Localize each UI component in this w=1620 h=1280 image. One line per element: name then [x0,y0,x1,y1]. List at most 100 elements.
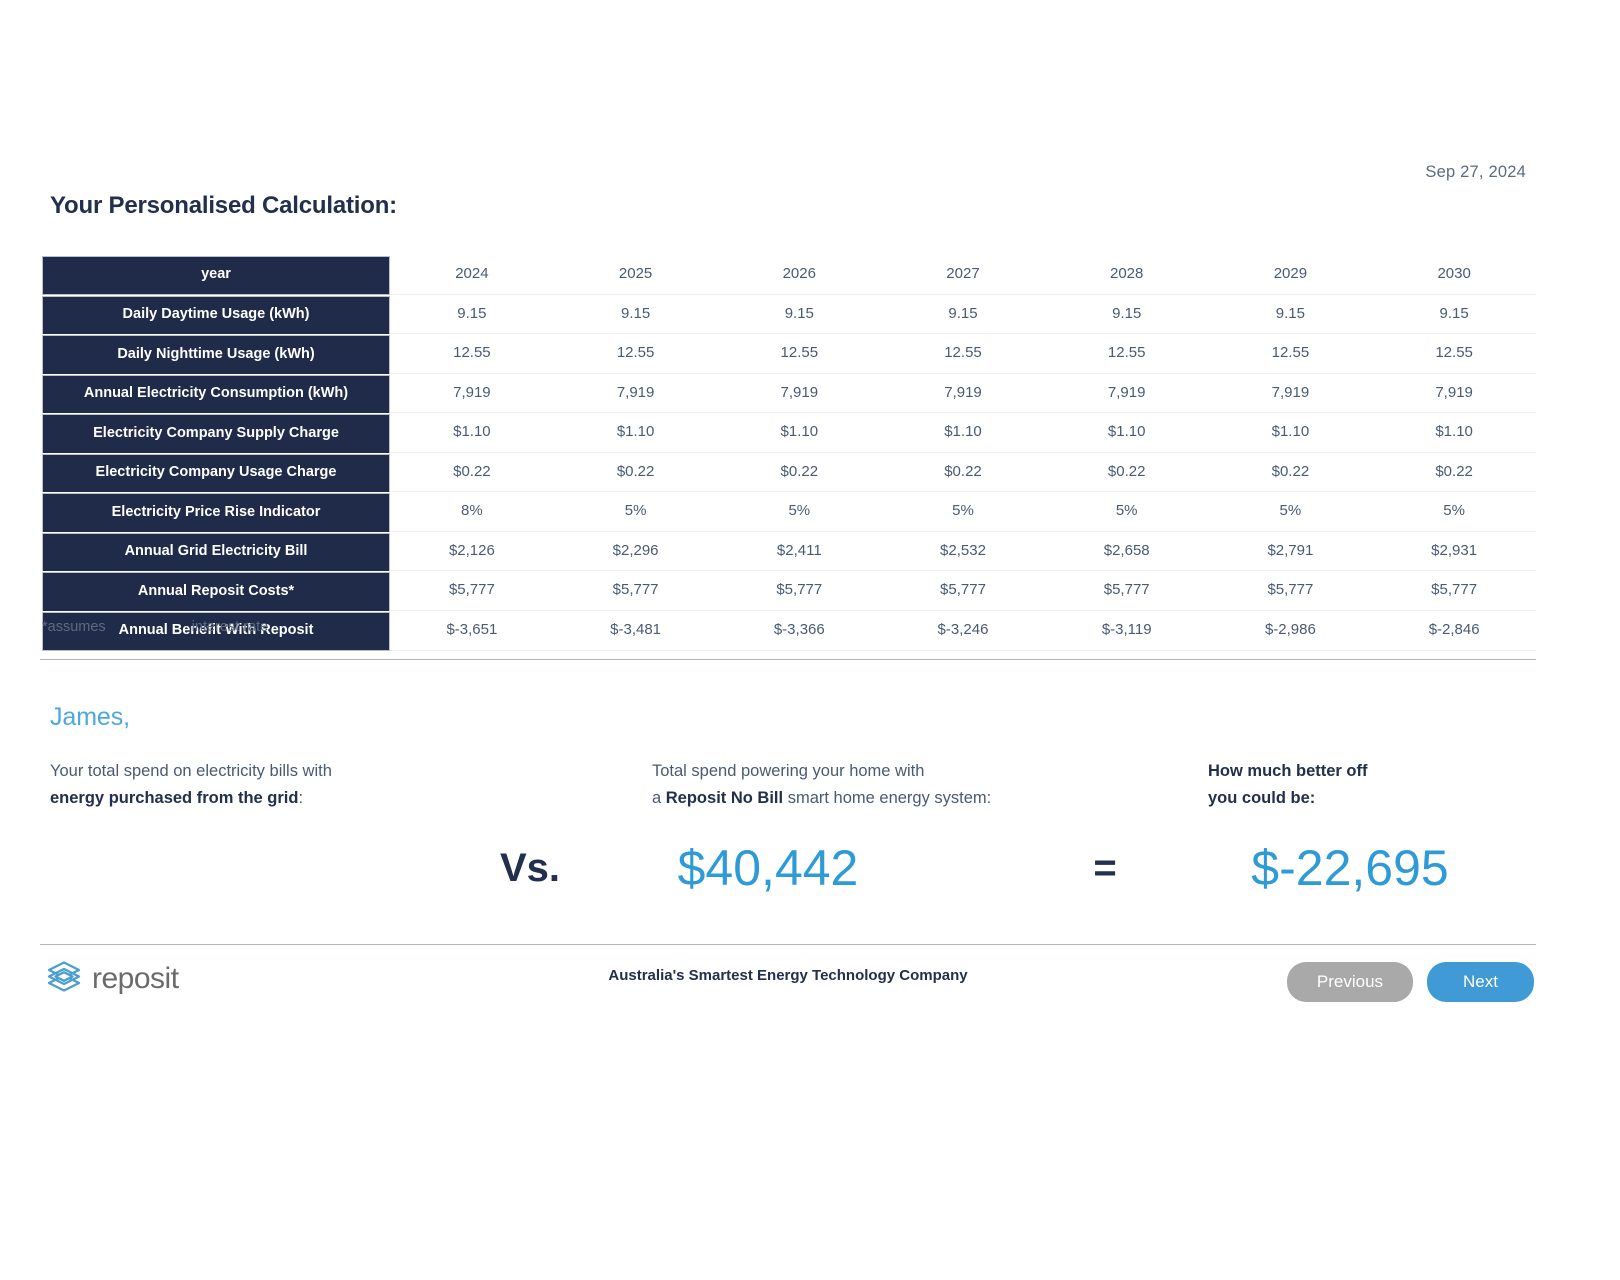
summary-column-grid: Your total spend on electricity bills wi… [50,758,610,812]
table-cell: $1.10 [1208,414,1373,453]
reposit-caption-line1: Total spend powering your home with [652,762,925,780]
column-header-year: 2028 [1044,256,1209,295]
table-cell: $0.22 [881,454,1045,493]
table-cell: $-3,651 [390,612,554,651]
table-row: Electricity Company Supply Charge $1.10 … [42,414,1536,453]
table-cell: 9.15 [1372,296,1536,335]
table-cell: 9.15 [717,296,882,335]
table-cell: $2,126 [390,533,554,572]
row-label: Annual Electricity Consumption (kWh) [42,374,391,414]
row-label: Annual Reposit Costs* [42,572,391,611]
row-label: Electricity Company Usage Charge [42,453,391,493]
footnote-prefix: *assumes [42,619,106,635]
benefit-caption-line1: How much better off [1208,762,1368,780]
table-body: Daily Daytime Usage (kWh) 9.15 9.15 9.15… [42,295,1536,651]
table-cell: 9.15 [1208,296,1373,335]
customer-greeting: James, [50,703,130,731]
table-cell: 12.55 [1372,335,1536,374]
table-cell: $-2,986 [1208,612,1373,651]
table-footnote: *assumes interest rate [42,619,268,635]
reposit-total-value: $40,442 [677,840,859,896]
column-header-year: 2026 [717,256,882,295]
table-cell: $2,931 [1372,533,1536,572]
report-page: Sep 27, 2024 Your Personalised Calculati… [0,0,1620,1280]
table-cell: $2,411 [717,533,882,572]
table-cell: 8% [390,493,554,532]
benefit-total-value: $-22,695 [1251,840,1449,896]
table-cell: $5,777 [553,572,718,611]
table-cell: $-3,119 [1044,612,1209,651]
table-cell: 5% [881,493,1045,532]
table-row: Annual Grid Electricity Bill $2,126 $2,2… [42,532,1536,572]
calculation-table: year 2024 2025 2026 2027 2028 2029 2030 … [42,255,1536,652]
table-cell: 9.15 [881,296,1045,335]
table-cell: 7,919 [1044,375,1209,414]
table-cell: $5,777 [1044,572,1209,611]
footnote-suffix: interest rate [191,619,269,635]
page-footer: reposit Australia's Smartest Energy Tech… [40,945,1536,1025]
table-cell: 9.15 [553,296,718,335]
reposit-caption-tail: smart home energy system: [783,789,992,807]
column-header-year: 2030 [1372,256,1536,295]
row-label: Annual Grid Electricity Bill [42,532,391,572]
table-cell: $5,777 [881,572,1045,611]
operator-vs: Vs. [499,846,561,890]
table-cell: 12.55 [553,335,718,374]
operator-equals: = [1093,846,1117,890]
table-cell: $1.10 [1372,414,1536,453]
previous-button[interactable]: Previous [1286,962,1414,1002]
grid-caption-line2: energy purchased from the grid: [50,785,610,812]
section-divider-top [40,659,1536,660]
table-cell: $0.22 [1044,454,1209,493]
table-cell: 7,919 [717,375,882,414]
reposit-caption-line2: a Reposit No Bill smart home energy syst… [652,785,1192,812]
table-cell: $5,777 [1208,572,1373,611]
table-cell: $1.10 [881,414,1045,453]
table-cell: $1.10 [390,414,554,453]
table-row: Daily Daytime Usage (kWh) 9.15 9.15 9.15… [42,295,1536,335]
table-cell: 9.15 [390,296,554,335]
summary-values-row: Vs. $40,442 = $-22,695 [50,832,1540,912]
table-cell: $-3,366 [717,612,882,651]
table-cell: 7,919 [553,375,718,414]
grid-caption-tail: : [298,789,304,807]
reposit-caption-prefix: a [652,789,666,807]
table-row: Annual Electricity Consumption (kWh) 7,9… [42,374,1536,414]
table-cell: $5,777 [390,572,554,611]
table-row: Annual Reposit Costs* $5,777 $5,777 $5,7… [42,572,1536,611]
table-cell: $0.22 [1372,454,1536,493]
table-cell: 12.55 [1044,335,1209,374]
table-cell: 7,919 [881,375,1045,414]
table-header-row: year 2024 2025 2026 2027 2028 2029 2030 [42,256,1536,295]
row-label-header: year [42,256,391,295]
row-label: Daily Daytime Usage (kWh) [42,295,391,335]
summary-column-reposit: Total spend powering your home with a Re… [652,758,1192,812]
table-cell: 12.55 [717,335,882,374]
table-cell: $0.22 [390,454,554,493]
table-cell: $0.22 [1208,454,1373,493]
table-cell: $5,777 [717,572,882,611]
benefit-caption-line2: you could be: [1208,789,1316,807]
column-header-year: 2024 [390,256,554,295]
table-cell: $0.22 [717,454,882,493]
table-row: Electricity Price Rise Indicator 8% 5% 5… [42,493,1536,532]
table-cell: $1.10 [1044,414,1209,453]
table-cell: 5% [553,493,718,532]
table-cell: 5% [1372,493,1536,532]
table-cell: 9.15 [1044,296,1209,335]
table-cell: $-2,846 [1372,612,1536,651]
page-title: Your Personalised Calculation: [50,192,397,219]
grid-caption-line1: Your total spend on electricity bills wi… [50,762,332,780]
table-cell: 5% [717,493,882,532]
next-button[interactable]: Next [1427,962,1534,1002]
table-cell: 5% [1208,493,1373,532]
table-cell: $0.22 [553,454,718,493]
table-cell: 12.55 [881,335,1045,374]
table-cell: $2,658 [1044,533,1209,572]
reposit-caption-bold: Reposit No Bill [665,789,784,807]
report-date: Sep 27, 2024 [1425,163,1526,181]
table-head: year 2024 2025 2026 2027 2028 2029 2030 [42,256,1536,295]
summary-column-benefit: How much better off you could be: [1208,758,1578,812]
table-row: Daily Nighttime Usage (kWh) 12.55 12.55 … [42,335,1536,374]
row-label: Electricity Price Rise Indicator [42,493,391,532]
